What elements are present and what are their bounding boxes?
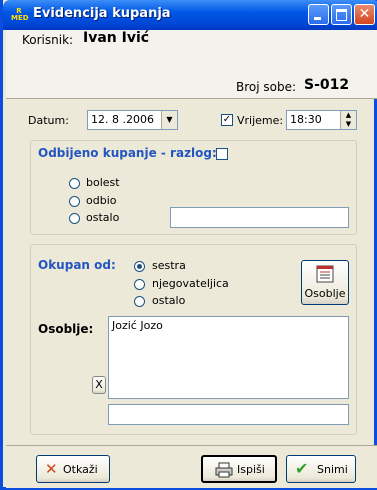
bathed-title: Okupan od:	[38, 258, 116, 272]
title-bar[interactable]: R MED Evidencija kupanja ✕	[3, 0, 377, 30]
staff-textarea[interactable]: Jozić Jozo	[108, 316, 349, 399]
save-label: Snimi	[317, 463, 348, 476]
staff-extra-input[interactable]	[108, 404, 349, 425]
minimize-button[interactable]	[308, 4, 329, 25]
option-ostalo-bathed[interactable]: ostalo	[152, 294, 185, 307]
maximize-button[interactable]	[331, 4, 352, 25]
refused-title: Odbijeno kupanje - razlog:	[38, 146, 217, 160]
chevron-down-icon[interactable]: ▼	[161, 111, 177, 129]
print-label: Ispiši	[237, 463, 265, 476]
staff-label: Osoblje:	[38, 322, 94, 336]
room-label: Broj sobe:	[236, 80, 297, 94]
cancel-button[interactable]: ✕ Otkaži	[36, 455, 110, 483]
option-njegovateljica[interactable]: njegovateljica	[152, 277, 229, 290]
option-ostalo-refused[interactable]: ostalo	[86, 211, 119, 224]
option-sestra[interactable]: sestra	[152, 259, 186, 272]
refused-other-input[interactable]	[170, 207, 349, 228]
radio-odbio[interactable]	[69, 196, 80, 207]
time-spinner[interactable]: ▲ ▼	[340, 111, 356, 129]
radio-bolest[interactable]	[69, 178, 80, 189]
close-button[interactable]: ✕	[354, 4, 375, 25]
radio-sestra[interactable]	[134, 261, 145, 272]
close-icon: ✕	[358, 6, 371, 22]
user-label: Korisnik:	[22, 33, 74, 47]
clear-staff-button[interactable]: X	[92, 376, 106, 394]
radio-ostalo-refused[interactable]	[69, 213, 80, 224]
staff-list-icon	[316, 265, 334, 283]
window-title: Evidencija kupanja	[33, 6, 171, 21]
checkmark-icon: ✔	[295, 459, 309, 478]
refused-checkbox[interactable]	[216, 148, 228, 160]
option-odbio[interactable]: odbio	[86, 194, 116, 207]
option-bolest[interactable]: bolest	[86, 176, 120, 189]
time-value: 18:30	[290, 113, 322, 126]
printer-icon	[215, 462, 233, 478]
spin-up-icon[interactable]: ▲	[341, 111, 356, 120]
time-checkbox[interactable]: ✓	[221, 114, 233, 126]
date-field[interactable]: 12. 8 .2006 ▼	[87, 110, 178, 130]
room-value: S-012	[304, 77, 350, 93]
cancel-label: Otkaži	[63, 463, 98, 476]
cancel-icon: ✕	[45, 460, 58, 478]
time-field[interactable]: 18:30 ▲ ▼	[286, 110, 357, 130]
staff-button[interactable]: Osoblje	[301, 260, 349, 305]
app-window: R MED Evidencija kupanja ✕ Korisnik: Ivan…	[0, 0, 377, 490]
user-name: Ivan Ivić	[83, 30, 150, 46]
save-button[interactable]: ✔ Snimi	[286, 455, 356, 483]
radio-njegovateljica[interactable]	[134, 279, 145, 290]
radio-ostalo-bathed[interactable]	[134, 296, 145, 307]
app-icon: R MED	[11, 7, 29, 22]
check-icon: ✓	[222, 114, 232, 125]
staff-button-label: Osoblje	[304, 287, 346, 300]
date-value: 12. 8 .2006	[91, 113, 154, 126]
clear-icon: X	[95, 378, 103, 391]
date-label: Datum:	[28, 114, 69, 127]
spin-down-icon[interactable]: ▼	[341, 120, 356, 129]
time-label: Vrijeme:	[237, 114, 284, 127]
print-button[interactable]: Ispiši	[201, 455, 277, 483]
